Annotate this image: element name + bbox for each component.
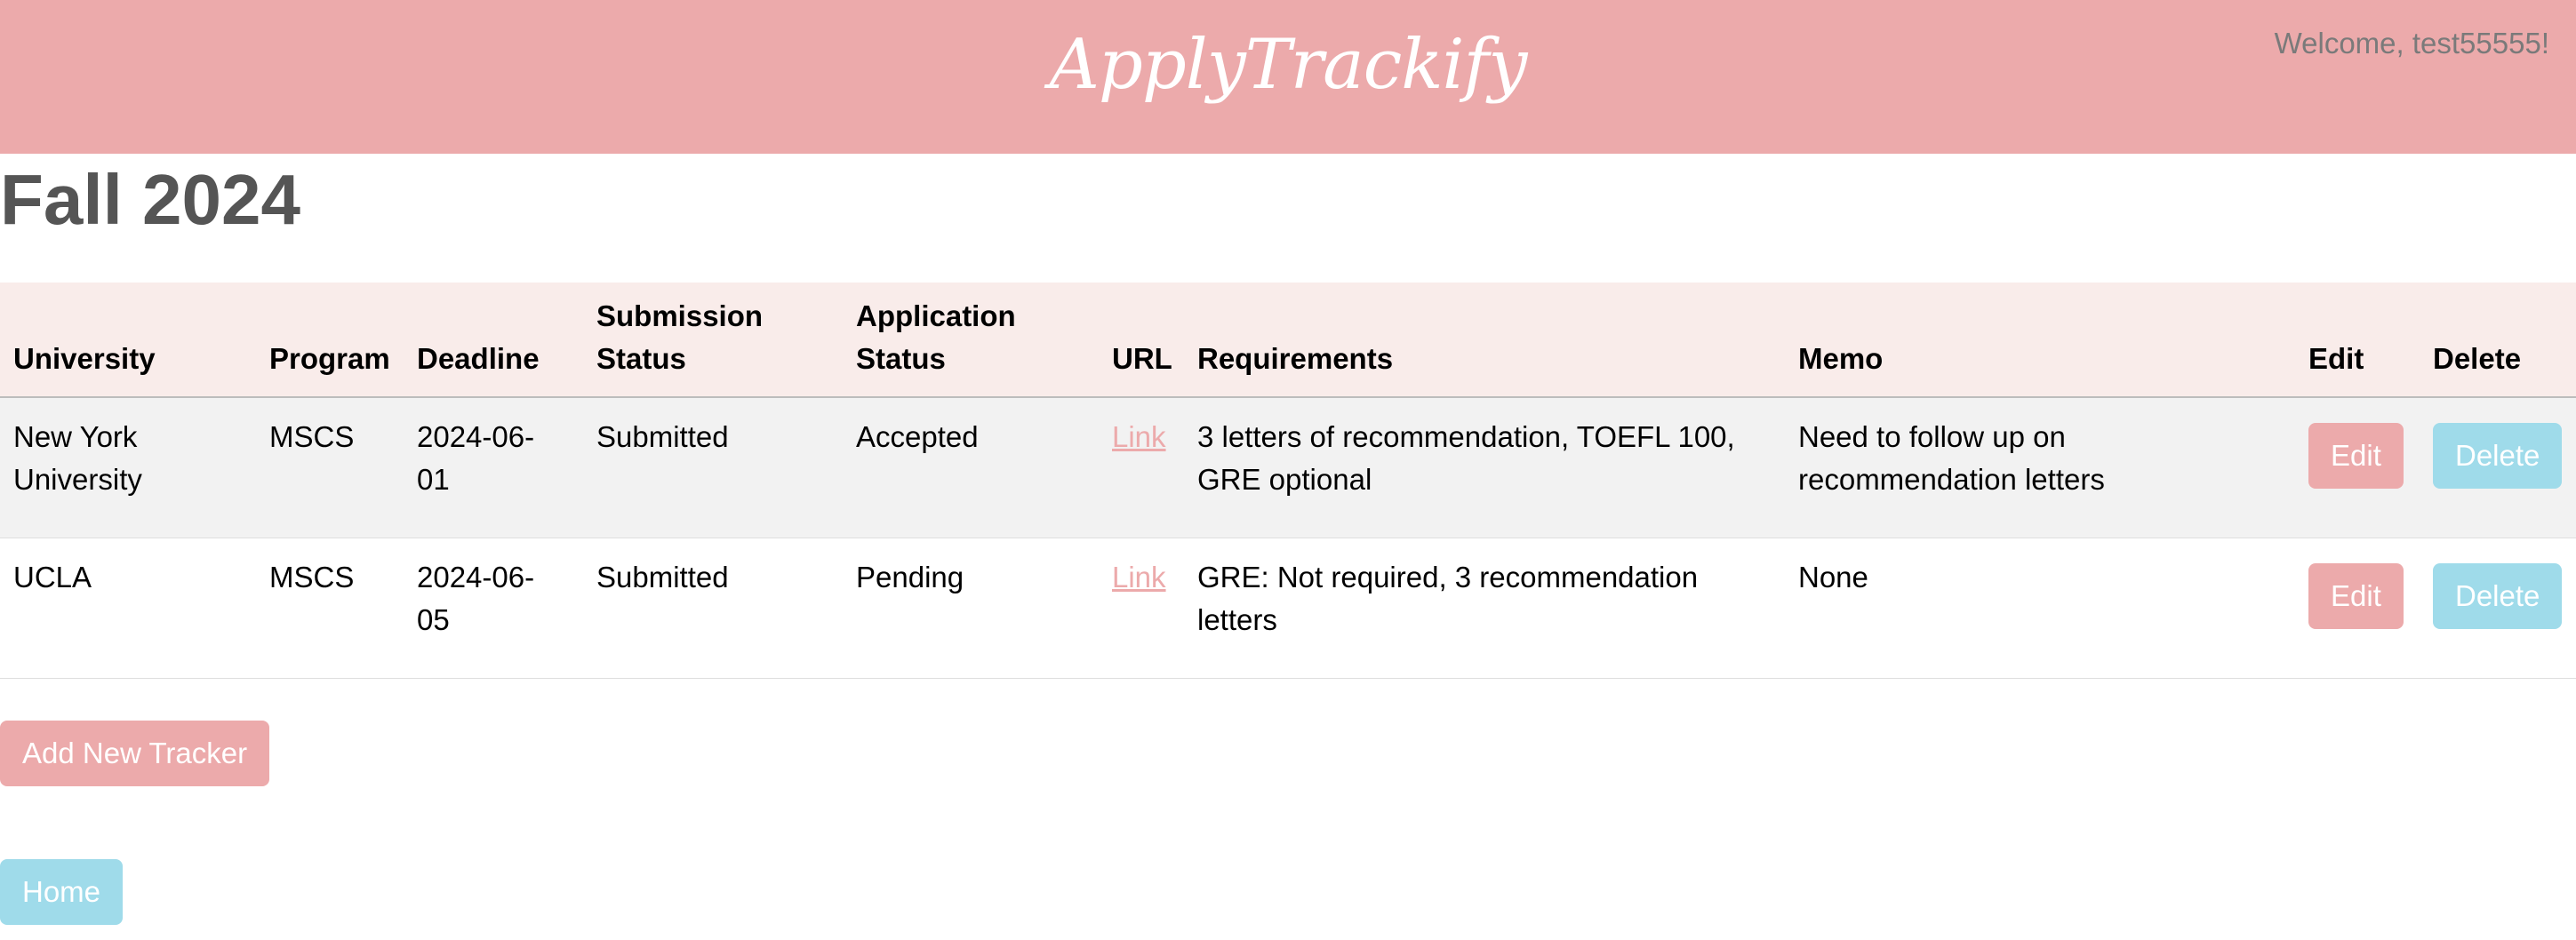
- column-header-submission-status-line1: Submission: [596, 299, 764, 332]
- deadline-line1: 2024-06-: [417, 420, 535, 453]
- cell-delete: Delete: [2420, 538, 2576, 679]
- column-header-memo: Memo: [1785, 283, 2295, 398]
- cell-deadline: 2024-06- 05: [404, 538, 583, 679]
- url-link[interactable]: Link: [1112, 420, 1166, 453]
- app-header: ApplyTrackify Welcome, test55555!: [0, 0, 2576, 154]
- memo-line2: recommendation letters: [1798, 463, 2105, 496]
- cell-requirements: 3 letters of recommendation, TOEFL 100, …: [1184, 397, 1785, 538]
- requirements-line2: GRE optional: [1197, 463, 1372, 496]
- cell-url: Link: [1099, 397, 1184, 538]
- university-name-line2: University: [13, 463, 142, 496]
- home-button[interactable]: Home: [0, 859, 124, 925]
- edit-button[interactable]: Edit: [2308, 423, 2404, 489]
- column-header-deadline: Deadline: [404, 283, 583, 398]
- column-header-program: Program: [256, 283, 404, 398]
- university-name-line1: New York: [13, 420, 138, 453]
- column-header-edit: Edit: [2295, 283, 2420, 398]
- column-header-application-status-line1: Application: [856, 299, 1016, 332]
- cell-memo: Need to follow up on recommendation lett…: [1785, 397, 2295, 538]
- column-header-url: URL: [1099, 283, 1184, 398]
- column-header-application-status-line2: Status: [856, 342, 946, 375]
- cell-program: MSCS: [256, 397, 404, 538]
- cell-university: New York University: [0, 397, 256, 538]
- delete-button[interactable]: Delete: [2433, 423, 2563, 489]
- welcome-message: Welcome, test55555!: [2274, 27, 2549, 60]
- cell-submission-status: Submitted: [583, 538, 843, 679]
- requirements-line2: letters: [1197, 602, 1277, 636]
- column-header-submission-status-line2: Status: [596, 342, 686, 375]
- cell-application-status: Accepted: [843, 397, 1099, 538]
- deadline-line2: 05: [417, 602, 450, 636]
- cell-university: UCLA: [0, 538, 256, 679]
- cell-requirements: GRE: Not required, 3 recommendation lett…: [1184, 538, 1785, 679]
- university-name-line1: UCLA: [13, 560, 92, 593]
- table-header-row: University Program Deadline Submission S…: [0, 283, 2576, 398]
- memo-line1: Need to follow up on: [1798, 420, 2066, 453]
- cell-submission-status: Submitted: [583, 397, 843, 538]
- deadline-line1: 2024-06-: [417, 560, 535, 593]
- app-logo[interactable]: ApplyTrackify: [0, 25, 2576, 105]
- tracker-table: University Program Deadline Submission S…: [0, 283, 2576, 679]
- column-header-requirements: Requirements: [1184, 283, 1785, 398]
- cell-memo: None: [1785, 538, 2295, 679]
- column-header-application-status: Application Status: [843, 283, 1099, 398]
- requirements-line1: GRE: Not required, 3 recommendation: [1197, 560, 1699, 593]
- cell-edit: Edit: [2295, 397, 2420, 538]
- requirements-line1: 3 letters of recommendation, TOEFL 100,: [1197, 420, 1735, 453]
- cell-edit: Edit: [2295, 538, 2420, 679]
- cell-deadline: 2024-06- 01: [404, 397, 583, 538]
- delete-button[interactable]: Delete: [2433, 562, 2563, 629]
- cell-application-status: Pending: [843, 538, 1099, 679]
- column-header-submission-status: Submission Status: [583, 283, 843, 398]
- cell-delete: Delete: [2420, 397, 2576, 538]
- page-title: Fall 2024: [0, 160, 301, 239]
- cell-program: MSCS: [256, 538, 404, 679]
- column-header-delete: Delete: [2420, 283, 2576, 398]
- table-row: New York University MSCS 2024-06- 01 Sub…: [0, 397, 2576, 538]
- edit-button[interactable]: Edit: [2308, 562, 2404, 629]
- add-new-tracker-button[interactable]: Add New Tracker: [0, 721, 270, 786]
- cell-url: Link: [1099, 538, 1184, 679]
- deadline-line2: 01: [417, 463, 450, 496]
- memo-line1: None: [1798, 560, 1868, 593]
- column-header-university: University: [0, 283, 256, 398]
- table-row: UCLA MSCS 2024-06- 05 Submitted Pending …: [0, 538, 2576, 679]
- url-link[interactable]: Link: [1112, 561, 1166, 593]
